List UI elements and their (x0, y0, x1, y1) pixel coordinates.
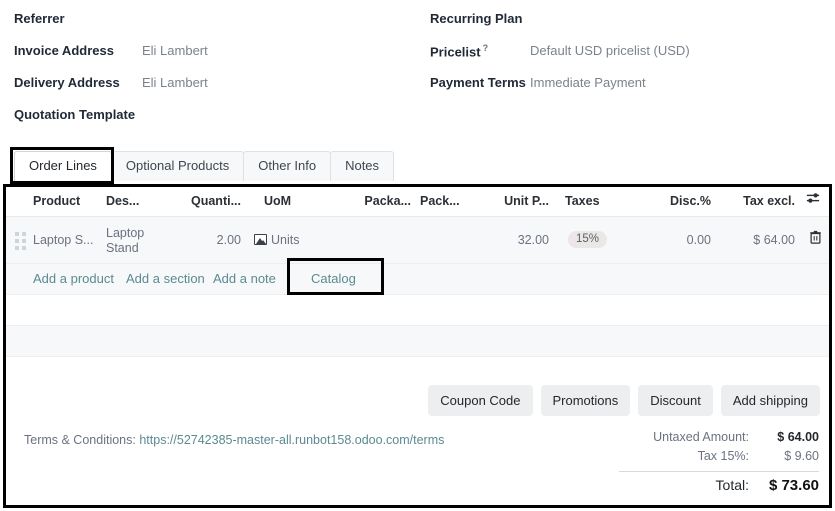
empty-row (6, 295, 829, 326)
field-pricelist-value[interactable]: Default USD pricelist (USD) (530, 40, 690, 58)
total-tax: Tax 15%: $ 9.60 (619, 449, 819, 468)
field-referrer-label: Referrer (14, 11, 65, 26)
field-pricelist[interactable]: Pricelist? Default USD pricelist (USD) (430, 40, 825, 72)
cell-description[interactable]: Laptop Stand (106, 226, 166, 256)
field-invoice-address-label: Invoice Address (14, 43, 114, 58)
sliders-icon[interactable] (806, 191, 820, 208)
field-delivery-address[interactable]: Delivery Address Eli Lambert (14, 72, 414, 104)
order-lines-button-bar: Coupon Code Promotions Discount Add ship… (428, 385, 820, 416)
header-left-column: Referrer Invoice Address Eli Lambert Del… (14, 8, 414, 136)
field-pricelist-label: Pricelist? (430, 40, 530, 59)
help-icon[interactable]: ? (483, 43, 489, 53)
cell-quantity[interactable]: 2.00 (166, 233, 241, 247)
total-tax-label: Tax 15%: (697, 449, 749, 463)
field-quotation-template-label: Quotation Template (14, 107, 136, 122)
status-badge: 15% (568, 231, 608, 248)
field-delivery-address-value[interactable]: Eli Lambert (142, 72, 208, 90)
total-untaxed-amount: Untaxed Amount: $ 64.00 (619, 430, 819, 449)
add-a-note-link[interactable]: Add a note (213, 271, 276, 286)
field-quotation-template[interactable]: Quotation Template (14, 104, 414, 136)
column-header-taxes[interactable]: Taxes (565, 194, 600, 208)
column-header-packaging[interactable]: Pack... (420, 194, 460, 208)
cell-tax-excl[interactable]: $ 64.00 (696, 233, 795, 247)
field-payment-terms-value[interactable]: Immediate Payment (530, 72, 646, 90)
tab-order-lines[interactable]: Order Lines (14, 151, 112, 181)
cell-uom[interactable]: Units (254, 233, 299, 247)
cell-unit-price[interactable]: 32.00 (466, 233, 549, 247)
add-a-product-link[interactable]: Add a product (33, 271, 114, 286)
sales-order-form: Referrer Invoice Address Eli Lambert Del… (0, 0, 835, 511)
column-header-uom[interactable]: UoM (264, 194, 291, 208)
add-a-section-link[interactable]: Add a section (126, 271, 205, 286)
terms-and-conditions: Terms & Conditions: https://52742385-mas… (24, 433, 444, 447)
column-header-packaging-qty[interactable]: Packa... (331, 194, 411, 208)
cell-product[interactable]: Laptop S... (33, 233, 93, 247)
total-untaxed-amount-label: Untaxed Amount: (653, 430, 749, 444)
field-pricelist-label-text: Pricelist (430, 44, 481, 60)
tab-optional-products[interactable]: Optional Products (110, 151, 245, 181)
column-header-quantity[interactable]: Quanti... (166, 194, 241, 208)
discount-button[interactable]: Discount (638, 385, 713, 416)
header-right-column: Recurring Plan Pricelist? Default USD pr… (430, 8, 825, 104)
table-row[interactable]: Laptop S... Laptop Stand 2.00 Units 32.0… (6, 217, 829, 264)
field-recurring-plan[interactable]: Recurring Plan (430, 8, 825, 40)
column-header-unit-price[interactable]: Unit P... (466, 194, 549, 208)
tab-notes[interactable]: Notes (330, 151, 395, 181)
drag-handle-icon[interactable] (15, 232, 26, 250)
column-header-description[interactable]: Des... (106, 194, 139, 208)
terms-label: Terms & Conditions: (24, 433, 136, 447)
order-header-fields: Referrer Invoice Address Eli Lambert Del… (0, 0, 835, 140)
field-referrer[interactable]: Referrer (14, 8, 414, 40)
total-untaxed-amount-value: $ 64.00 (777, 430, 819, 444)
empty-row (6, 326, 829, 357)
image-placeholder-icon (254, 234, 267, 245)
totals-block: Untaxed Amount: $ 64.00 Tax 15%: $ 9.60 … (619, 430, 819, 497)
field-invoice-address[interactable]: Invoice Address Eli Lambert (14, 40, 414, 72)
cell-taxes[interactable]: 15% (568, 231, 608, 248)
promotions-button[interactable]: Promotions (540, 385, 631, 416)
column-header-product[interactable]: Product (33, 194, 80, 208)
field-payment-terms[interactable]: Payment Terms Immediate Payment (430, 72, 825, 104)
terms-link[interactable]: https://52742385-master-all.runbot158.od… (139, 433, 444, 447)
catalog-link[interactable]: Catalog (311, 271, 356, 286)
tab-other-info[interactable]: Other Info (243, 151, 332, 181)
column-header-tax-excl[interactable]: Tax excl. (696, 194, 795, 208)
coupon-code-button[interactable]: Coupon Code (428, 385, 533, 416)
order-lines-actions: Add a product Add a section Add a note C… (6, 258, 829, 295)
total-grand-value: $ 73.60 (768, 477, 819, 494)
add-shipping-button[interactable]: Add shipping (720, 385, 820, 416)
field-invoice-address-value[interactable]: Eli Lambert (142, 40, 208, 58)
notebook-tabs: Order Lines Optional Products Other Info… (14, 151, 395, 181)
total-grand: Total: $ 73.60 (619, 471, 819, 497)
total-grand-label: Total: (715, 477, 749, 493)
total-tax-value: $ 9.60 (784, 449, 819, 463)
order-lines-panel: Product Des... Quanti... UoM Packa... Pa… (3, 184, 832, 508)
order-lines-header: Product Des... Quanti... UoM Packa... Pa… (6, 187, 829, 217)
field-recurring-plan-label: Recurring Plan (430, 11, 523, 26)
cell-uom-text: Units (271, 233, 300, 247)
trash-icon[interactable] (809, 230, 822, 249)
field-delivery-address-label: Delivery Address (14, 75, 120, 90)
field-payment-terms-label: Payment Terms (430, 75, 526, 90)
